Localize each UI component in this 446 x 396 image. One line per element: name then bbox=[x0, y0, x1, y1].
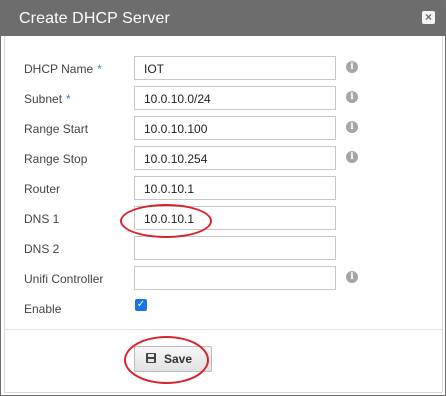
range-start-input[interactable]: 10.0.10.100 bbox=[134, 116, 336, 140]
enable-label: Enable bbox=[24, 302, 62, 316]
range-stop-input[interactable]: 10.0.10.254 bbox=[134, 146, 336, 170]
required-marker: * bbox=[97, 62, 102, 76]
dns1-label: DNS 1 bbox=[24, 212, 60, 226]
form-row-dns1: DNS 1 10.0.10.1 bbox=[5, 206, 442, 236]
form-row-range-stop: Range Stop 10.0.10.254 i bbox=[5, 146, 442, 176]
dhcp-name-input[interactable]: IOT bbox=[134, 56, 336, 80]
dhcp-name-label: DHCP Name * bbox=[24, 62, 102, 76]
info-icon[interactable]: i bbox=[346, 121, 358, 133]
form-row-enable: Enable ✓ bbox=[5, 296, 442, 326]
info-icon[interactable]: i bbox=[346, 271, 358, 283]
form-row-unifi-controller: Unifi Controller i bbox=[5, 266, 442, 296]
unifi-controller-label: Unifi Controller bbox=[24, 272, 104, 286]
dns2-input[interactable] bbox=[134, 236, 336, 260]
dialog-titlebar: Create DHCP Server × bbox=[1, 1, 445, 36]
info-icon[interactable]: i bbox=[346, 151, 358, 163]
router-label: Router bbox=[24, 182, 61, 196]
save-highlight-ellipse bbox=[124, 336, 209, 384]
info-icon[interactable]: i bbox=[346, 61, 358, 73]
subnet-label: Subnet * bbox=[24, 92, 71, 106]
form-row-dhcp-name: DHCP Name * IOT i bbox=[5, 56, 442, 86]
form-row-subnet: Subnet * 10.0.10.0/24 i bbox=[5, 86, 442, 116]
unifi-controller-input[interactable] bbox=[134, 266, 336, 290]
create-dhcp-server-dialog: Create DHCP Server × DHCP Name * IOT i Su… bbox=[0, 0, 446, 396]
close-icon[interactable]: × bbox=[422, 11, 435, 24]
range-start-label: Range Start bbox=[24, 122, 89, 136]
enable-checkbox[interactable]: ✓ bbox=[135, 299, 147, 311]
form-row-router: Router 10.0.10.1 bbox=[5, 176, 442, 206]
subnet-input[interactable]: 10.0.10.0/24 bbox=[134, 86, 336, 110]
dialog-title: Create DHCP Server bbox=[19, 10, 170, 27]
dialog-body: DHCP Name * IOT i Subnet * 10.0.10.0/24 i … bbox=[4, 36, 443, 393]
footer-divider bbox=[5, 329, 442, 330]
dns1-highlight-ellipse bbox=[120, 204, 212, 238]
router-input[interactable]: 10.0.10.1 bbox=[134, 176, 336, 200]
required-marker: * bbox=[66, 92, 71, 106]
dns2-label: DNS 2 bbox=[24, 242, 60, 256]
info-icon[interactable]: i bbox=[346, 91, 358, 103]
form-row-range-start: Range Start 10.0.10.100 i bbox=[5, 116, 442, 146]
form-row-dns2: DNS 2 bbox=[5, 236, 442, 266]
range-stop-label: Range Stop bbox=[24, 152, 88, 166]
